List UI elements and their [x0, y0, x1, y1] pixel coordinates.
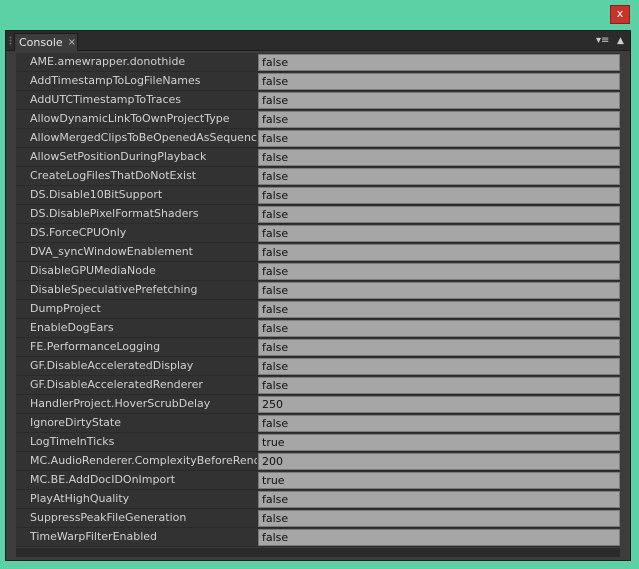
setting-row: MC.BE.AddDocIDOnImport true [16, 471, 620, 490]
setting-name: PlayAtHighQuality [30, 492, 130, 505]
setting-name: SuppressPeakFileGeneration [30, 511, 187, 524]
setting-row: GF.DisableAcceleratedDisplay false [16, 357, 620, 376]
setting-value-field[interactable]: false [258, 111, 620, 128]
drag-grip-icon[interactable] [9, 36, 12, 46]
setting-name: GF.DisableAcceleratedDisplay [30, 359, 194, 372]
setting-name: DS.Disable10BitSupport [30, 188, 163, 201]
setting-row: DS.DisablePixelFormatShaders false [16, 205, 620, 224]
debug-settings-list: AME.amewrapper.donothide false AddTimestam… [16, 53, 620, 547]
setting-value-field[interactable]: false [258, 491, 620, 508]
setting-row: TimeWarpFilterEnabled false [16, 528, 620, 547]
setting-value-field[interactable]: false [258, 358, 620, 375]
setting-row: PlayAtHighQuality false [16, 490, 620, 509]
setting-value-field[interactable]: false [258, 263, 620, 280]
setting-value-field[interactable]: false [258, 92, 620, 109]
setting-value-field[interactable]: false [258, 149, 620, 166]
setting-row: AllowSetPositionDuringPlayback false [16, 148, 620, 167]
setting-value-field[interactable]: false [258, 301, 620, 318]
setting-name: AddUTCTimestampToTraces [30, 93, 181, 106]
setting-row: FE.PerformanceLogging false [16, 338, 620, 357]
setting-name: MC.AudioRenderer.ComplexityBeforeRender [30, 454, 257, 467]
setting-value-field[interactable]: false [258, 529, 620, 546]
scroll-up-icon[interactable]: ▲ [617, 34, 627, 48]
setting-value-field[interactable]: false [258, 377, 620, 394]
setting-row: EnableDogEars false [16, 319, 620, 338]
setting-name: CreateLogFilesThatDoNotExist [30, 169, 197, 182]
setting-name: DumpProject [30, 302, 101, 315]
setting-row: LogTimeInTicks true [16, 433, 620, 452]
setting-value-field[interactable]: true [258, 434, 620, 451]
setting-name: AllowSetPositionDuringPlayback [30, 150, 207, 163]
setting-row: DS.ForceCPUOnly false [16, 224, 620, 243]
setting-name: MC.BE.AddDocIDOnImport [30, 473, 176, 486]
setting-row: HandlerProject.HoverScrubDelay 250 [16, 395, 620, 414]
setting-row: DS.Disable10BitSupport false [16, 186, 620, 205]
tab-close-icon[interactable]: × [68, 37, 76, 48]
setting-row: AddTimestampToLogFileNames false [16, 72, 620, 91]
setting-value-field[interactable]: false [258, 510, 620, 527]
setting-value-field[interactable]: true [258, 472, 620, 489]
setting-name: AllowDynamicLinkToOwnProjectType [30, 112, 230, 125]
setting-value-field[interactable]: false [258, 54, 620, 71]
setting-name: DS.ForceCPUOnly [30, 226, 127, 239]
panel-menu-icon[interactable]: ▾≡ [596, 35, 612, 47]
tab-label: Console [19, 35, 63, 49]
panel-tab-bar: Console × ▾≡ ▲ [6, 31, 630, 51]
setting-row: AllowMergedClipsToBeOpenedAsSequences fal… [16, 129, 620, 148]
setting-row: AddUTCTimestampToTraces false [16, 91, 620, 110]
setting-name: EnableDogEars [30, 321, 114, 334]
setting-name: GF.DisableAcceleratedRenderer [30, 378, 203, 391]
setting-row: DisableSpeculativePrefetching false [16, 281, 620, 300]
setting-row: DumpProject false [16, 300, 620, 319]
setting-value-field[interactable]: false [258, 320, 620, 337]
setting-value-field[interactable]: false [258, 73, 620, 90]
panel-footer [16, 548, 620, 557]
setting-value-field[interactable]: false [258, 282, 620, 299]
setting-row: GF.DisableAcceleratedRenderer false [16, 376, 620, 395]
setting-row: DisableGPUMediaNode false [16, 262, 620, 281]
console-panel: Console × ▾≡ ▲ AME.amewrapper.donothide f… [5, 30, 631, 561]
setting-value-field[interactable]: false [258, 339, 620, 356]
setting-name: DisableSpeculativePrefetching [30, 283, 198, 296]
setting-row: MC.AudioRenderer.ComplexityBeforeRender 2… [16, 452, 620, 471]
setting-name: AllowMergedClipsToBeOpenedAsSequences [30, 131, 257, 144]
setting-name: AME.amewrapper.donothide [30, 55, 186, 68]
setting-name: DVA_syncWindowEnablement [30, 245, 193, 258]
setting-name: AddTimestampToLogFileNames [30, 74, 201, 87]
setting-name: IgnoreDirtyState [30, 416, 121, 429]
setting-name: FE.PerformanceLogging [30, 340, 161, 353]
setting-name: LogTimeInTicks [30, 435, 115, 448]
setting-value-field[interactable]: false [258, 130, 620, 147]
setting-value-field[interactable]: 200 [258, 453, 620, 470]
setting-row: AME.amewrapper.donothide false [16, 53, 620, 72]
setting-value-field[interactable]: false [258, 168, 620, 185]
setting-value-field[interactable]: false [258, 206, 620, 223]
tab-console[interactable]: Console × [14, 33, 78, 51]
setting-row: CreateLogFilesThatDoNotExist false [16, 167, 620, 186]
setting-name: DS.DisablePixelFormatShaders [30, 207, 199, 220]
setting-value-field[interactable]: false [258, 415, 620, 432]
setting-row: IgnoreDirtyState false [16, 414, 620, 433]
setting-name: TimeWarpFilterEnabled [30, 530, 158, 543]
setting-row: DVA_syncWindowEnablement false [16, 243, 620, 262]
window-close-button[interactable]: x [610, 5, 630, 24]
setting-value-field[interactable]: 250 [258, 396, 620, 413]
setting-name: HandlerProject.HoverScrubDelay [30, 397, 211, 410]
setting-row: AllowDynamicLinkToOwnProjectType false [16, 110, 620, 129]
setting-row: SuppressPeakFileGeneration false [16, 509, 620, 528]
setting-name: DisableGPUMediaNode [30, 264, 156, 277]
setting-value-field[interactable]: false [258, 225, 620, 242]
setting-value-field[interactable]: false [258, 244, 620, 261]
setting-value-field[interactable]: false [258, 187, 620, 204]
